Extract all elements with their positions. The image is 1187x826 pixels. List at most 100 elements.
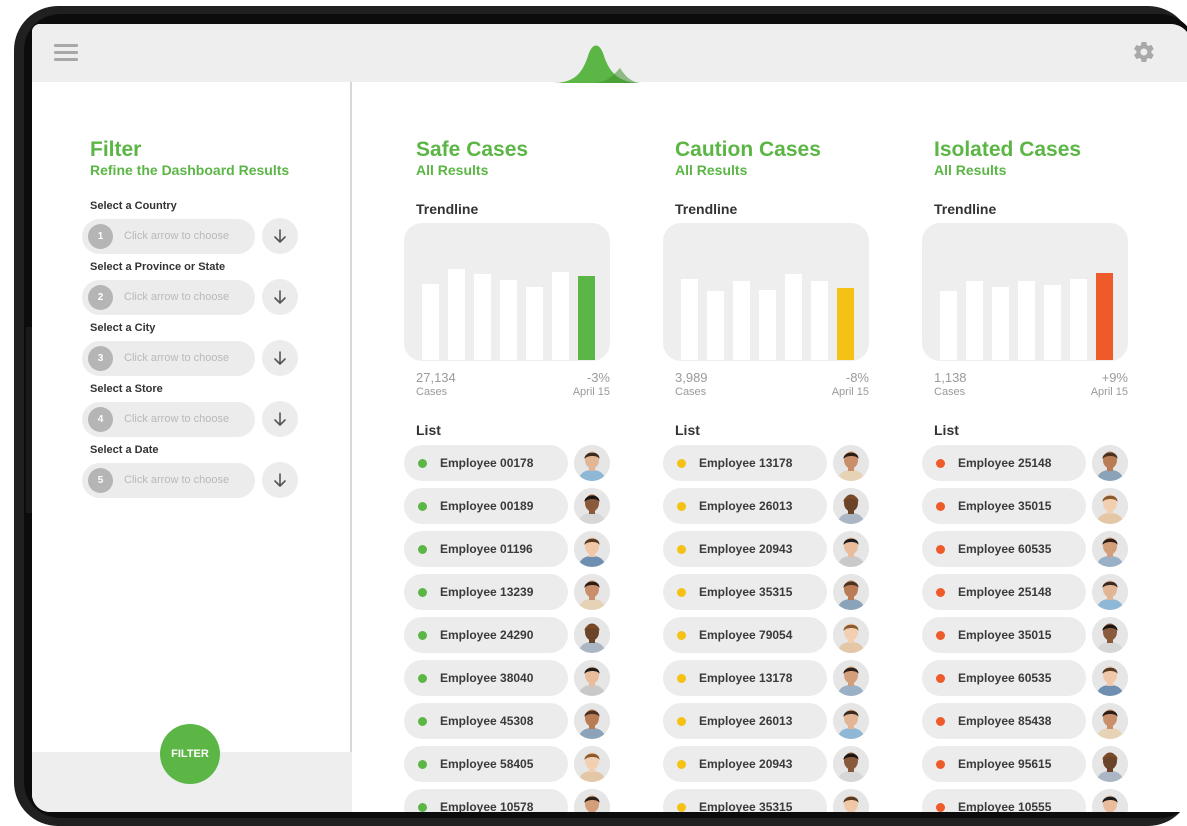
country-arrow-button[interactable] — [262, 218, 298, 254]
avatar[interactable] — [833, 445, 869, 481]
avatar[interactable] — [574, 789, 610, 812]
date-arrow-button[interactable] — [262, 462, 298, 498]
list-item[interactable]: Employee 01196 — [404, 531, 624, 567]
employee-pill[interactable]: Employee 26013 — [663, 703, 827, 739]
hamburger-icon[interactable] — [54, 44, 78, 62]
avatar[interactable] — [833, 789, 869, 812]
list-item[interactable]: Employee 25148 — [922, 574, 1142, 610]
employee-pill[interactable]: Employee 79054 — [663, 617, 827, 653]
avatar[interactable] — [574, 703, 610, 739]
avatar[interactable] — [574, 574, 610, 610]
filter-panel: Filter Refine the Dashboard Results Sele… — [32, 24, 352, 812]
list-item[interactable]: Employee 25148 — [922, 445, 1142, 481]
employee-pill[interactable]: Employee 35015 — [922, 617, 1086, 653]
employee-pill[interactable]: Employee 13178 — [663, 445, 827, 481]
avatar[interactable] — [833, 746, 869, 782]
avatar[interactable] — [833, 617, 869, 653]
employee-pill[interactable]: Employee 10555 — [922, 789, 1086, 812]
list-item[interactable]: Employee 13239 — [404, 574, 624, 610]
list-item[interactable]: Employee 26013 — [663, 488, 883, 524]
employee-pill[interactable]: Employee 26013 — [663, 488, 827, 524]
avatar[interactable] — [1092, 574, 1128, 610]
list-item[interactable]: Employee 60535 — [922, 660, 1142, 696]
list-item[interactable]: Employee 45308 — [404, 703, 624, 739]
list-item[interactable]: Employee 26013 — [663, 703, 883, 739]
list-item[interactable]: Employee 58405 — [404, 746, 624, 782]
avatar[interactable] — [574, 746, 610, 782]
list-item[interactable]: Employee 85438 — [922, 703, 1142, 739]
avatar[interactable] — [833, 488, 869, 524]
employee-pill[interactable]: Employee 25148 — [922, 445, 1086, 481]
list-item[interactable]: Employee 35315 — [663, 789, 883, 812]
status-dot-icon — [418, 803, 427, 812]
employee-pill[interactable]: Employee 45308 — [404, 703, 568, 739]
employee-pill[interactable]: Employee 25148 — [922, 574, 1086, 610]
list-item[interactable]: Employee 24290 — [404, 617, 624, 653]
employee-pill[interactable]: Employee 58405 — [404, 746, 568, 782]
employee-pill[interactable]: Employee 13178 — [663, 660, 827, 696]
employee-pill[interactable]: Employee 35315 — [663, 789, 827, 812]
list-item[interactable]: Employee 13178 — [663, 445, 883, 481]
list-item[interactable]: Employee 79054 — [663, 617, 883, 653]
province-arrow-button[interactable] — [262, 279, 298, 315]
store-select[interactable]: 4 Click arrow to choose — [82, 402, 255, 437]
employee-pill[interactable]: Employee 20943 — [663, 531, 827, 567]
employee-pill[interactable]: Employee 10578 — [404, 789, 568, 812]
list-item[interactable]: Employee 35315 — [663, 574, 883, 610]
avatar[interactable] — [1092, 660, 1128, 696]
trend-bar — [552, 272, 569, 360]
avatar[interactable] — [574, 488, 610, 524]
employee-pill[interactable]: Employee 35315 — [663, 574, 827, 610]
list-item[interactable]: Employee 35015 — [922, 617, 1142, 653]
avatar[interactable] — [833, 703, 869, 739]
person-icon — [1092, 445, 1128, 481]
list-item[interactable]: Employee 00178 — [404, 445, 624, 481]
list-item[interactable]: Employee 20943 — [663, 531, 883, 567]
list-item[interactable]: Employee 20943 — [663, 746, 883, 782]
avatar[interactable] — [574, 617, 610, 653]
avatar[interactable] — [1092, 445, 1128, 481]
avatar[interactable] — [1092, 703, 1128, 739]
list-item[interactable]: Employee 10578 — [404, 789, 624, 812]
employee-pill[interactable]: Employee 20943 — [663, 746, 827, 782]
employee-pill[interactable]: Employee 13239 — [404, 574, 568, 610]
avatar[interactable] — [574, 660, 610, 696]
avatar[interactable] — [1092, 746, 1128, 782]
list-item[interactable]: Employee 10555 — [922, 789, 1142, 812]
list-item[interactable]: Employee 00189 — [404, 488, 624, 524]
employee-pill[interactable]: Employee 35015 — [922, 488, 1086, 524]
city-select[interactable]: 3 Click arrow to choose — [82, 341, 255, 376]
avatar[interactable] — [1092, 789, 1128, 812]
list-item[interactable]: Employee 38040 — [404, 660, 624, 696]
employee-pill[interactable]: Employee 60535 — [922, 660, 1086, 696]
trend-bar — [500, 280, 517, 360]
avatar[interactable] — [1092, 617, 1128, 653]
province-select[interactable]: 2 Click arrow to choose — [82, 280, 255, 315]
status-dot-icon — [677, 803, 686, 812]
store-arrow-button[interactable] — [262, 401, 298, 437]
employee-pill[interactable]: Employee 85438 — [922, 703, 1086, 739]
list-item[interactable]: Employee 35015 — [922, 488, 1142, 524]
country-select[interactable]: 1 Click arrow to choose — [82, 219, 255, 254]
date-select[interactable]: 5 Click arrow to choose — [82, 463, 255, 498]
avatar[interactable] — [574, 445, 610, 481]
list-item[interactable]: Employee 13178 — [663, 660, 883, 696]
avatar[interactable] — [1092, 488, 1128, 524]
avatar[interactable] — [833, 531, 869, 567]
employee-pill[interactable]: Employee 60535 — [922, 531, 1086, 567]
employee-name: Employee 79054 — [699, 628, 793, 642]
employee-pill[interactable]: Employee 00178 — [404, 445, 568, 481]
filter-button[interactable]: FILTER — [160, 724, 220, 784]
employee-pill[interactable]: Employee 01196 — [404, 531, 568, 567]
list-item[interactable]: Employee 60535 — [922, 531, 1142, 567]
employee-pill[interactable]: Employee 38040 — [404, 660, 568, 696]
avatar[interactable] — [833, 660, 869, 696]
employee-pill[interactable]: Employee 95615 — [922, 746, 1086, 782]
employee-pill[interactable]: Employee 00189 — [404, 488, 568, 524]
avatar[interactable] — [833, 574, 869, 610]
avatar[interactable] — [1092, 531, 1128, 567]
list-item[interactable]: Employee 95615 — [922, 746, 1142, 782]
city-arrow-button[interactable] — [262, 340, 298, 376]
avatar[interactable] — [574, 531, 610, 567]
employee-pill[interactable]: Employee 24290 — [404, 617, 568, 653]
